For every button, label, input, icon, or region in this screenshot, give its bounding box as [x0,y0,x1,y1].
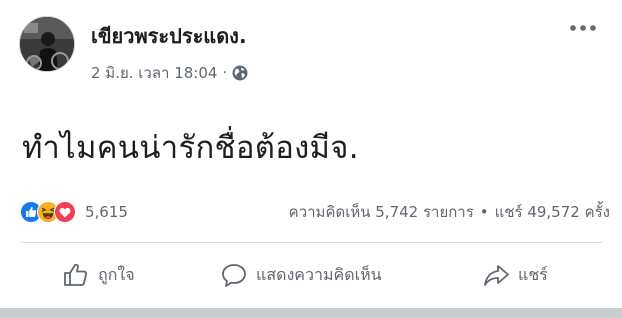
reactions-summary[interactable]: 5,615 [20,200,128,224]
facebook-post: เขียวพระประแดง. 2 มิ.ย. เวลา 18:04 · ทำไ… [0,0,622,318]
stats-separator: • [479,203,489,221]
post-meta: 2 มิ.ย. เวลา 18:04 · [91,62,248,84]
avatar[interactable] [19,16,75,72]
more-options-button[interactable] [568,20,598,36]
post-actions: ถูกใจ แสดงความคิดเห็น แชร์ [0,248,622,304]
reaction-count: 5,615 [85,203,128,221]
like-label: ถูกใจ [98,264,135,284]
love-reaction-icon [54,201,76,223]
divider [20,242,602,243]
post-author[interactable]: เขียวพระประแดง. [91,20,247,52]
meta-separator: · [222,65,227,81]
post-timestamp[interactable]: 2 มิ.ย. เวลา 18:04 [91,61,217,85]
share-count[interactable]: แชร์ 49,572 ครั้ง [495,200,610,224]
comment-label: แสดงความคิดเห็น [256,264,382,284]
more-horizontal-icon [570,25,596,31]
engagement-counts: ความคิดเห็น 5,742 รายการ • แชร์ 49,572 ค… [289,200,610,224]
post-message: ทำไมคนน่ารักชื่อต้องมีจ. [22,130,359,166]
share-arrow-icon [484,265,509,286]
share-button[interactable]: แชร์ [482,258,548,292]
share-label: แชร์ [518,264,548,284]
reaction-icons [20,201,76,223]
avatar-image [20,17,74,71]
comment-icon [222,264,246,287]
like-button[interactable]: ถูกใจ [62,258,135,292]
comment-count[interactable]: ความคิดเห็น 5,742 รายการ [289,200,474,224]
globe-icon[interactable] [232,65,248,81]
thumbs-up-icon [64,263,87,286]
comment-button[interactable]: แสดงความคิดเห็น [220,258,382,292]
feed-separator [0,308,622,318]
